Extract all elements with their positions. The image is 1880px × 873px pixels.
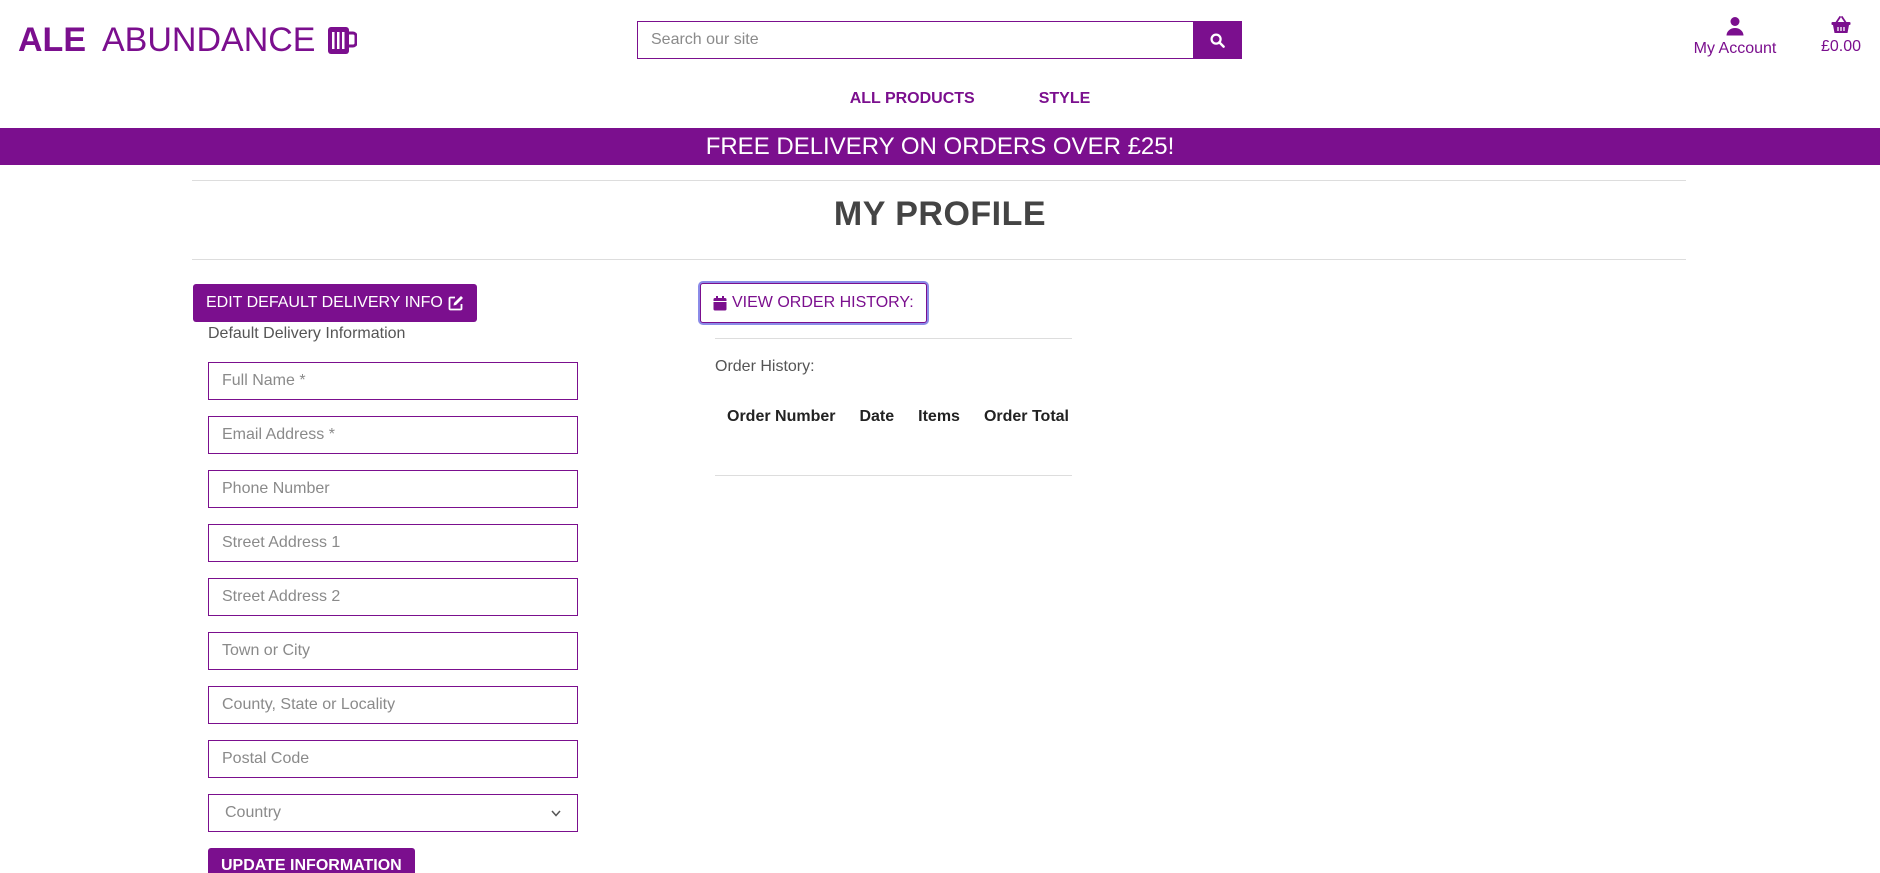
country-select[interactable]: Country <box>208 794 578 832</box>
county-field[interactable] <box>208 686 578 724</box>
edit-delivery-info-button[interactable]: EDIT DEFAULT DELIVERY INFO <box>193 284 477 322</box>
phone-field[interactable] <box>208 470 578 508</box>
country-select-value: Country <box>225 804 282 821</box>
view-order-history-label: VIEW ORDER HISTORY: <box>732 294 914 311</box>
search-input[interactable] <box>637 21 1193 59</box>
full-name-field[interactable] <box>208 362 578 400</box>
street-address-2-field[interactable] <box>208 578 578 616</box>
column-header: Order Total <box>983 408 1069 425</box>
search-bar <box>637 21 1242 59</box>
email-field[interactable] <box>208 416 578 454</box>
user-icon <box>1726 17 1744 36</box>
nav-all-products[interactable]: ALL PRODUCTS <box>850 90 975 108</box>
update-information-button[interactable]: UPDATE INFORMATION <box>208 848 415 873</box>
divider <box>715 475 1072 476</box>
logo-thin-text: ABUNDANCE <box>102 21 316 59</box>
logo-bold-text: ALE <box>18 21 86 59</box>
edit-delivery-info-label: EDIT DEFAULT DELIVERY INFO <box>206 294 443 311</box>
main-nav: ALL PRODUCTS STYLE <box>0 90 1880 108</box>
edit-icon <box>448 296 463 311</box>
my-account-link[interactable]: My Account <box>1688 16 1782 58</box>
basket-icon <box>1831 16 1851 33</box>
divider <box>192 180 1686 181</box>
column-header: Order Number <box>727 408 836 425</box>
beer-mug-icon <box>328 27 358 54</box>
nav-style[interactable]: STYLE <box>1039 90 1091 108</box>
basket-total: £0.00 <box>1820 38 1862 55</box>
order-history-table-header: Order Number Date Items Order Total <box>715 408 1081 426</box>
site-logo[interactable]: ALE ABUNDANCE <box>18 20 358 60</box>
divider <box>715 338 1072 339</box>
calendar-icon <box>713 295 727 310</box>
divider <box>192 259 1686 260</box>
column-header: Items <box>918 408 960 425</box>
search-icon <box>1210 32 1225 48</box>
chevron-down-icon <box>551 810 561 817</box>
order-history-label: Order History: <box>715 358 815 375</box>
street-address-1-field[interactable] <box>208 524 578 562</box>
my-account-label: My Account <box>1693 40 1777 57</box>
town-city-field[interactable] <box>208 632 578 670</box>
delivery-info-heading: Default Delivery Information <box>208 325 406 342</box>
page-title: MY PROFILE <box>833 195 1047 233</box>
search-button[interactable] <box>1193 21 1242 59</box>
delivery-banner: FREE DELIVERY ON ORDERS OVER £25! <box>0 128 1880 165</box>
column-header: Date <box>859 408 895 425</box>
postal-code-field[interactable] <box>208 740 578 778</box>
view-order-history-button[interactable]: VIEW ORDER HISTORY: <box>700 283 927 323</box>
basket-link[interactable]: £0.00 <box>1816 16 1866 56</box>
